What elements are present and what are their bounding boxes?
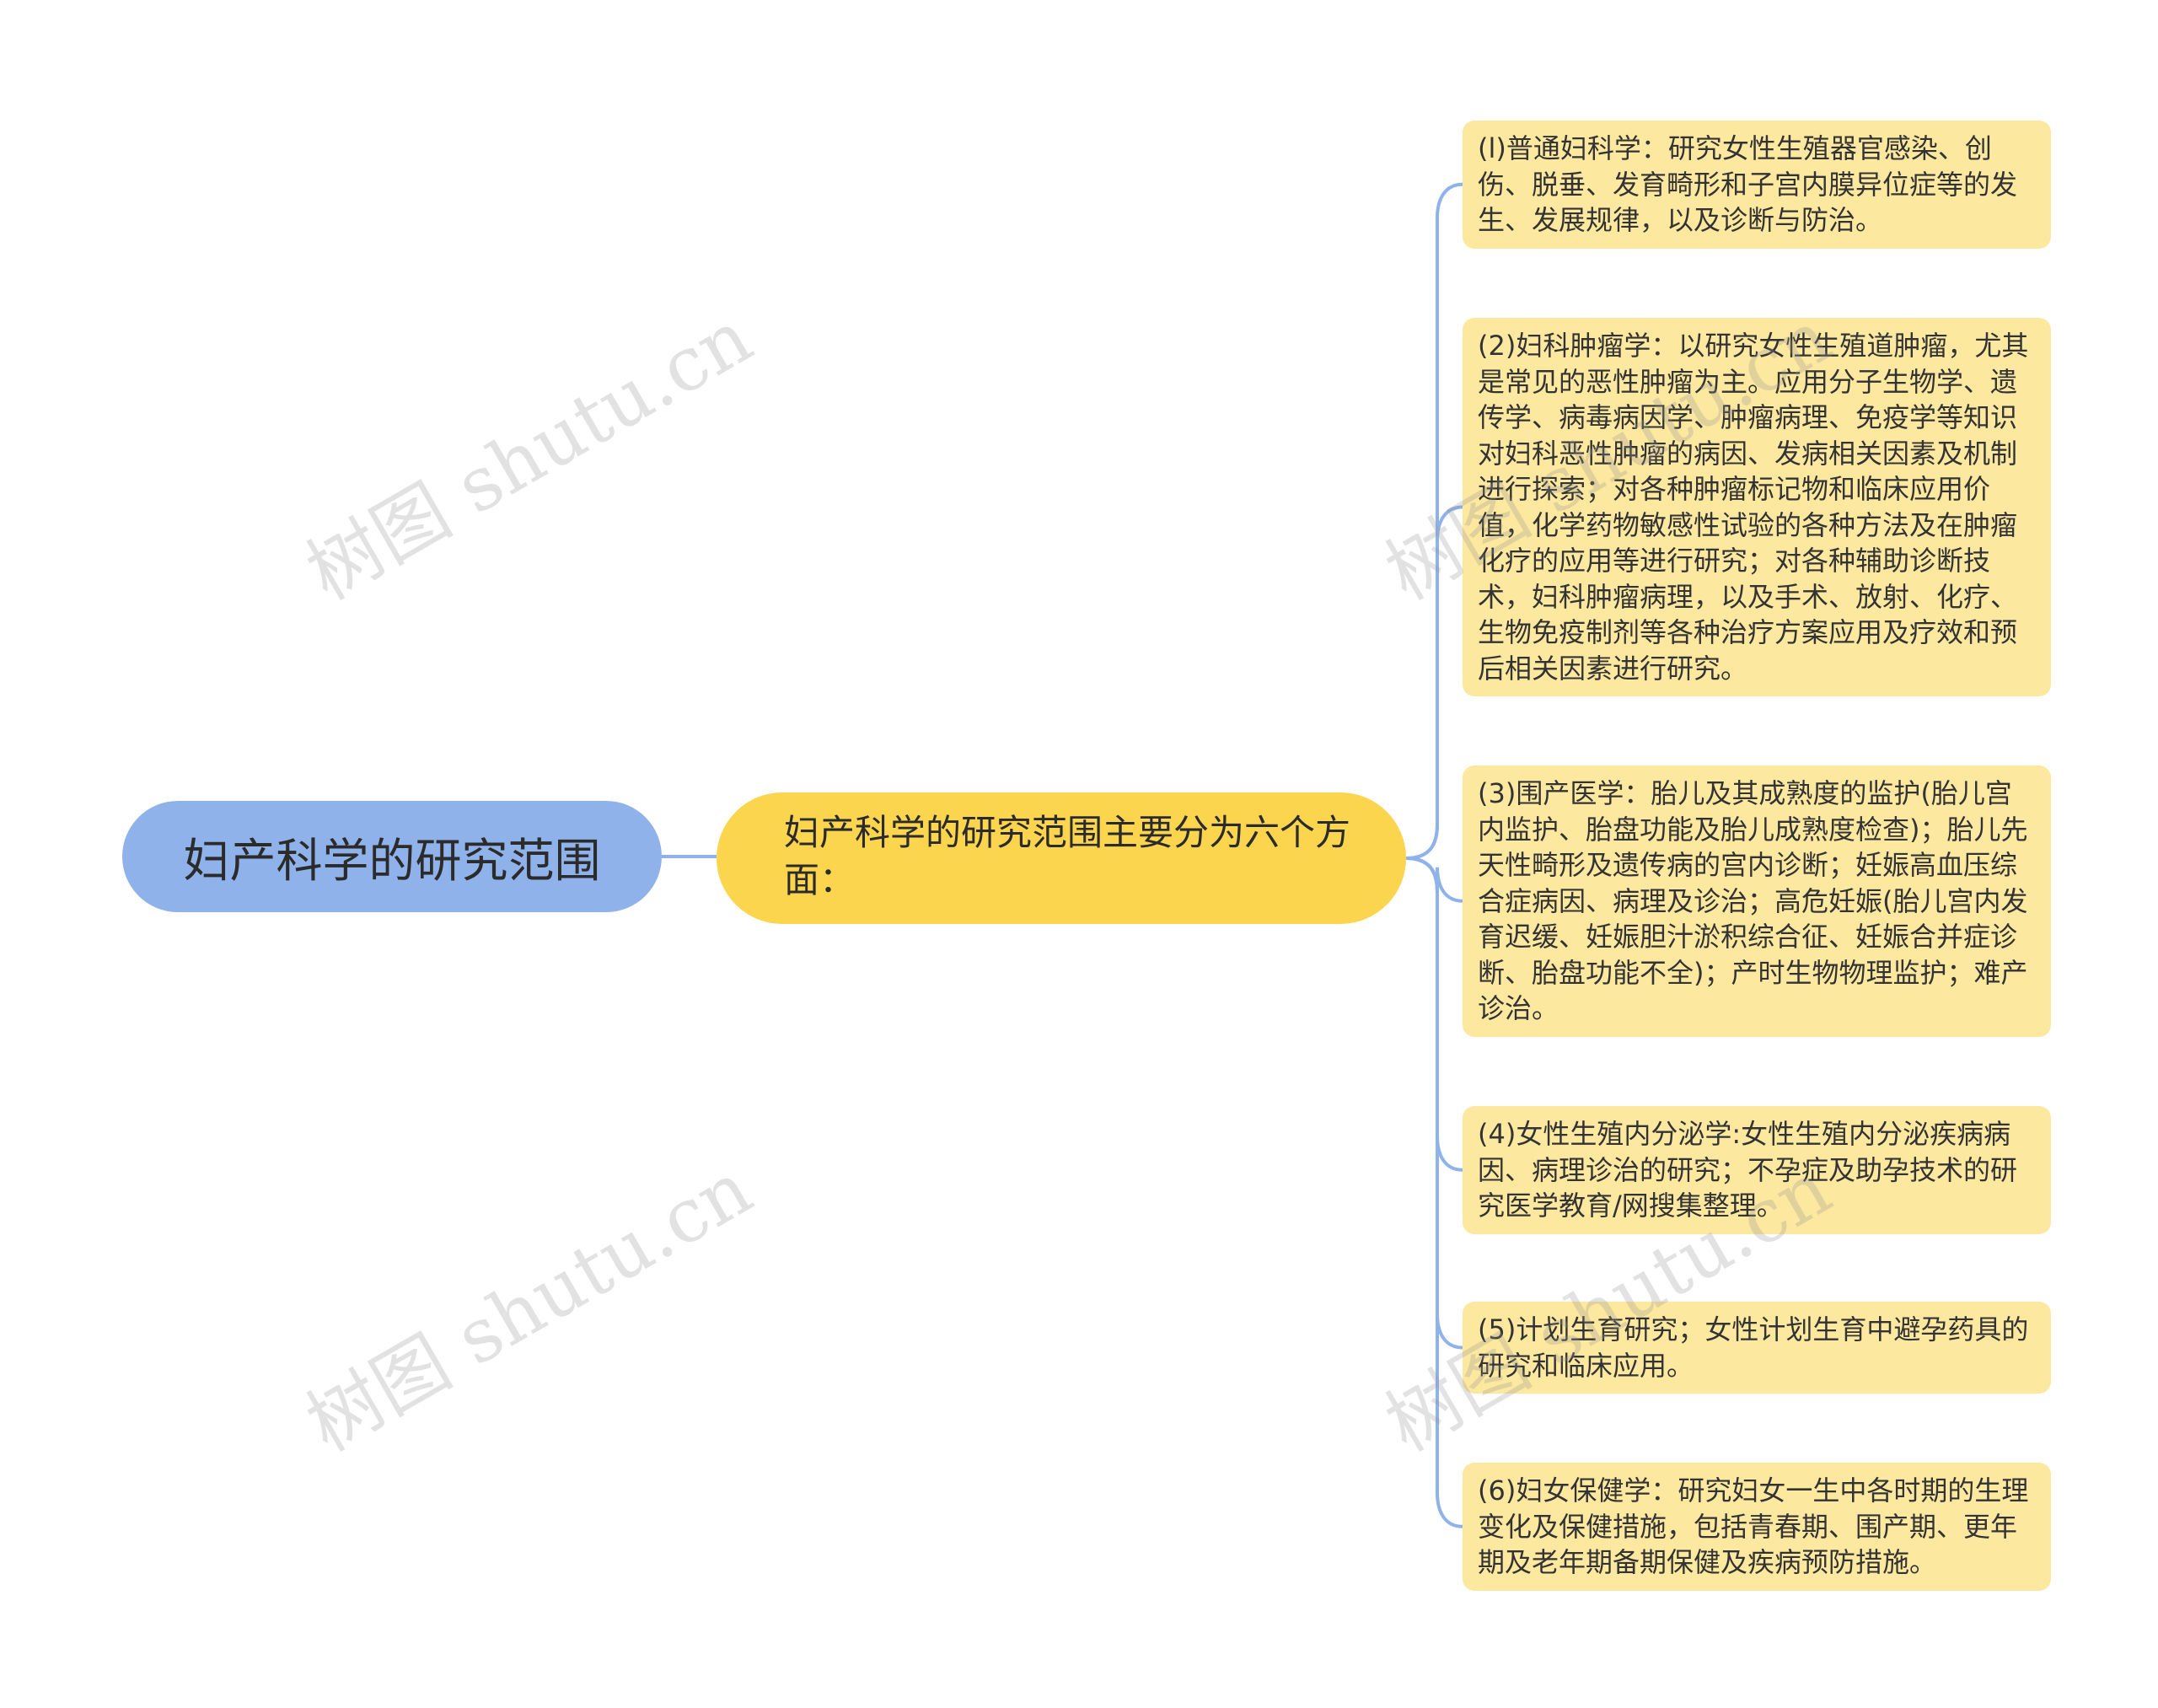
root-topic[interactable]: 妇产科学的研究范围 xyxy=(122,801,662,912)
branch-connectors xyxy=(1405,182,1463,1528)
root-topic-label: 妇产科学的研究范围 xyxy=(183,834,601,888)
main-topic[interactable]: 妇产科学的研究范围主要分为六个方面： xyxy=(717,792,1406,924)
subtopic-reproductive-endocrinology[interactable]: (4)女性生殖内分泌学:女性生殖内分泌疾病病因、病理诊治的研究；不孕症及助孕技术… xyxy=(1463,1106,2051,1234)
subtopic-text: (6)妇女保健学：研究妇女一生中各时期的生理变化及保健措施，包括青春期、围产期、… xyxy=(1478,1474,2029,1578)
subtopic-text: (2)妇科肿瘤学：以研究女性生殖道肿瘤，尤其是常见的恶性肿瘤为主。应用分子生物学… xyxy=(1478,330,2029,685)
subtopic-perinatal-medicine[interactable]: (3)围产医学：胎儿及其成熟度的监护(胎儿宫内监护、胎盘功能及胎儿成熟度检查)；… xyxy=(1463,765,2051,1037)
subtopic-general-gynecology[interactable]: (l)普通妇科学：研究女性生殖器官感染、创伤、脱垂、发育畸形和子宫内膜异位症等的… xyxy=(1463,121,2051,249)
branch-connector-1 xyxy=(1405,182,1463,860)
branch-connector-3 xyxy=(1405,857,1463,903)
branch-connector-5 xyxy=(1405,857,1463,1350)
subtopic-gynecologic-oncology[interactable]: (2)妇科肿瘤学：以研究女性生殖道肿瘤，尤其是常见的恶性肿瘤为主。应用分子生物学… xyxy=(1463,318,2051,696)
subtopic-text: (4)女性生殖内分泌学:女性生殖内分泌疾病病因、病理诊治的研究；不孕症及助孕技术… xyxy=(1478,1118,2018,1222)
branch-connector-4 xyxy=(1405,857,1463,1172)
subtopic-women-health-care[interactable]: (6)妇女保健学：研究妇女一生中各时期的生理变化及保健措施，包括青春期、围产期、… xyxy=(1463,1463,2051,1591)
subtopic-text: (5)计划生育研究；女性计划生育中避孕药具的研究和临床应用。 xyxy=(1478,1313,2029,1382)
subtopic-text: (3)围产医学：胎儿及其成熟度的监护(胎儿宫内监护、胎盘功能及胎儿成熟度检查)；… xyxy=(1478,777,2028,1024)
subtopic-family-planning[interactable]: (5)计划生育研究；女性计划生育中避孕药具的研究和临床应用。 xyxy=(1463,1302,2051,1394)
branch-connector-2 xyxy=(1405,505,1463,860)
subtopic-text: (l)普通妇科学：研究女性生殖器官感染、创伤、脱垂、发育畸形和子宫内膜异位症等的… xyxy=(1478,132,2018,236)
main-topic-label: 妇产科学的研究范围主要分为六个方面： xyxy=(784,812,1351,900)
branch-connector-6 xyxy=(1405,857,1463,1528)
